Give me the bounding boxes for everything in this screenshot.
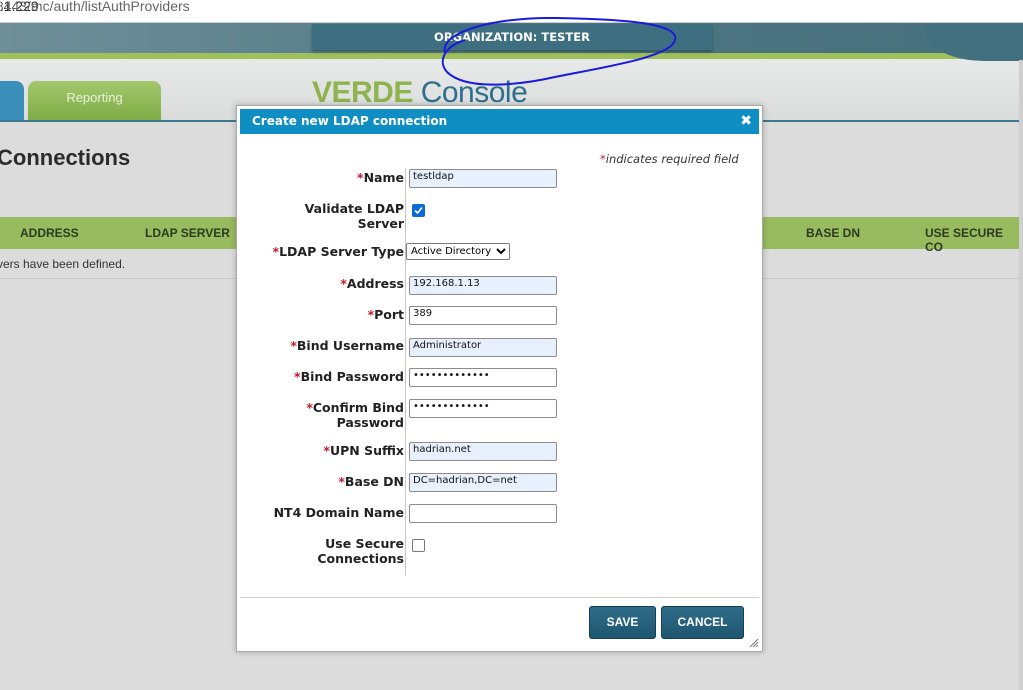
validate-checkbox[interactable] xyxy=(412,204,425,217)
column-base-dn[interactable]: BASE DN xyxy=(806,226,860,240)
dialog-footer-divider xyxy=(240,597,759,598)
nt4-domain-label: NT4 Domain Name xyxy=(273,505,404,520)
annotation-circle xyxy=(441,16,677,86)
upn-suffix-input[interactable]: hadrian.net xyxy=(409,442,557,461)
dialog-title-bar[interactable]: Create new LDAP connection ✖ xyxy=(240,109,759,134)
address-label: *Address xyxy=(340,276,404,291)
bind-password-label: *Bind Password xyxy=(294,369,404,384)
ldap-connection-dialog: Create new LDAP connection ✖ *indicates … xyxy=(236,105,763,652)
server-type-select[interactable]: Active Directory xyxy=(406,243,510,260)
bind-password-input[interactable]: ••••••••••••• xyxy=(409,368,557,387)
url-path: :8443/mc/auth/listAuthProviders xyxy=(0,0,190,14)
base-dn-input[interactable]: DC=hadrian,DC=net xyxy=(409,473,557,492)
column-use-secure[interactable]: USE SECURE CO xyxy=(925,226,1023,254)
server-type-label: *LDAP Server Type xyxy=(272,244,404,259)
confirm-bind-label: *Confirm Bind Password xyxy=(306,400,404,430)
empty-table-message: vers have been defined. xyxy=(0,257,126,271)
name-input[interactable]: testldap xyxy=(409,169,557,188)
column-ldap-server[interactable]: LDAP SERVER xyxy=(145,226,230,240)
secure-label: Use Secure Connections xyxy=(317,536,404,566)
bind-username-label: *Bind Username xyxy=(290,338,404,353)
port-input[interactable]: 389 xyxy=(409,306,557,325)
page-scrollbar[interactable] xyxy=(1019,60,1023,690)
tab-reporting[interactable]: Reporting xyxy=(28,81,161,121)
name-label: *Name xyxy=(357,170,404,185)
page-title: Connections xyxy=(0,145,131,170)
resize-grip-icon[interactable] xyxy=(749,638,759,648)
column-address[interactable]: ADDRESS xyxy=(20,226,79,240)
confirm-bind-password-input[interactable]: ••••••••••••• xyxy=(409,399,557,418)
tab-active[interactable] xyxy=(0,81,24,121)
nt4-domain-input[interactable] xyxy=(409,504,557,523)
secure-checkbox[interactable] xyxy=(412,539,425,552)
close-icon[interactable]: ✖ xyxy=(740,109,752,134)
address-input[interactable]: 192.168.1.13 xyxy=(409,276,557,295)
upn-suffix-label: *UPN Suffix xyxy=(323,443,404,458)
port-label: *Port xyxy=(367,307,404,322)
dialog-title: Create new LDAP connection xyxy=(252,114,448,128)
save-button[interactable]: SAVE xyxy=(589,606,656,639)
cancel-button[interactable]: CANCEL xyxy=(661,606,744,639)
validate-label: Validate LDAP Server xyxy=(304,201,404,231)
bind-username-input[interactable]: Administrator xyxy=(409,338,557,357)
form-divider xyxy=(405,168,406,576)
required-note: *indicates required field xyxy=(600,152,739,166)
base-dn-label: *Base DN xyxy=(338,474,404,489)
